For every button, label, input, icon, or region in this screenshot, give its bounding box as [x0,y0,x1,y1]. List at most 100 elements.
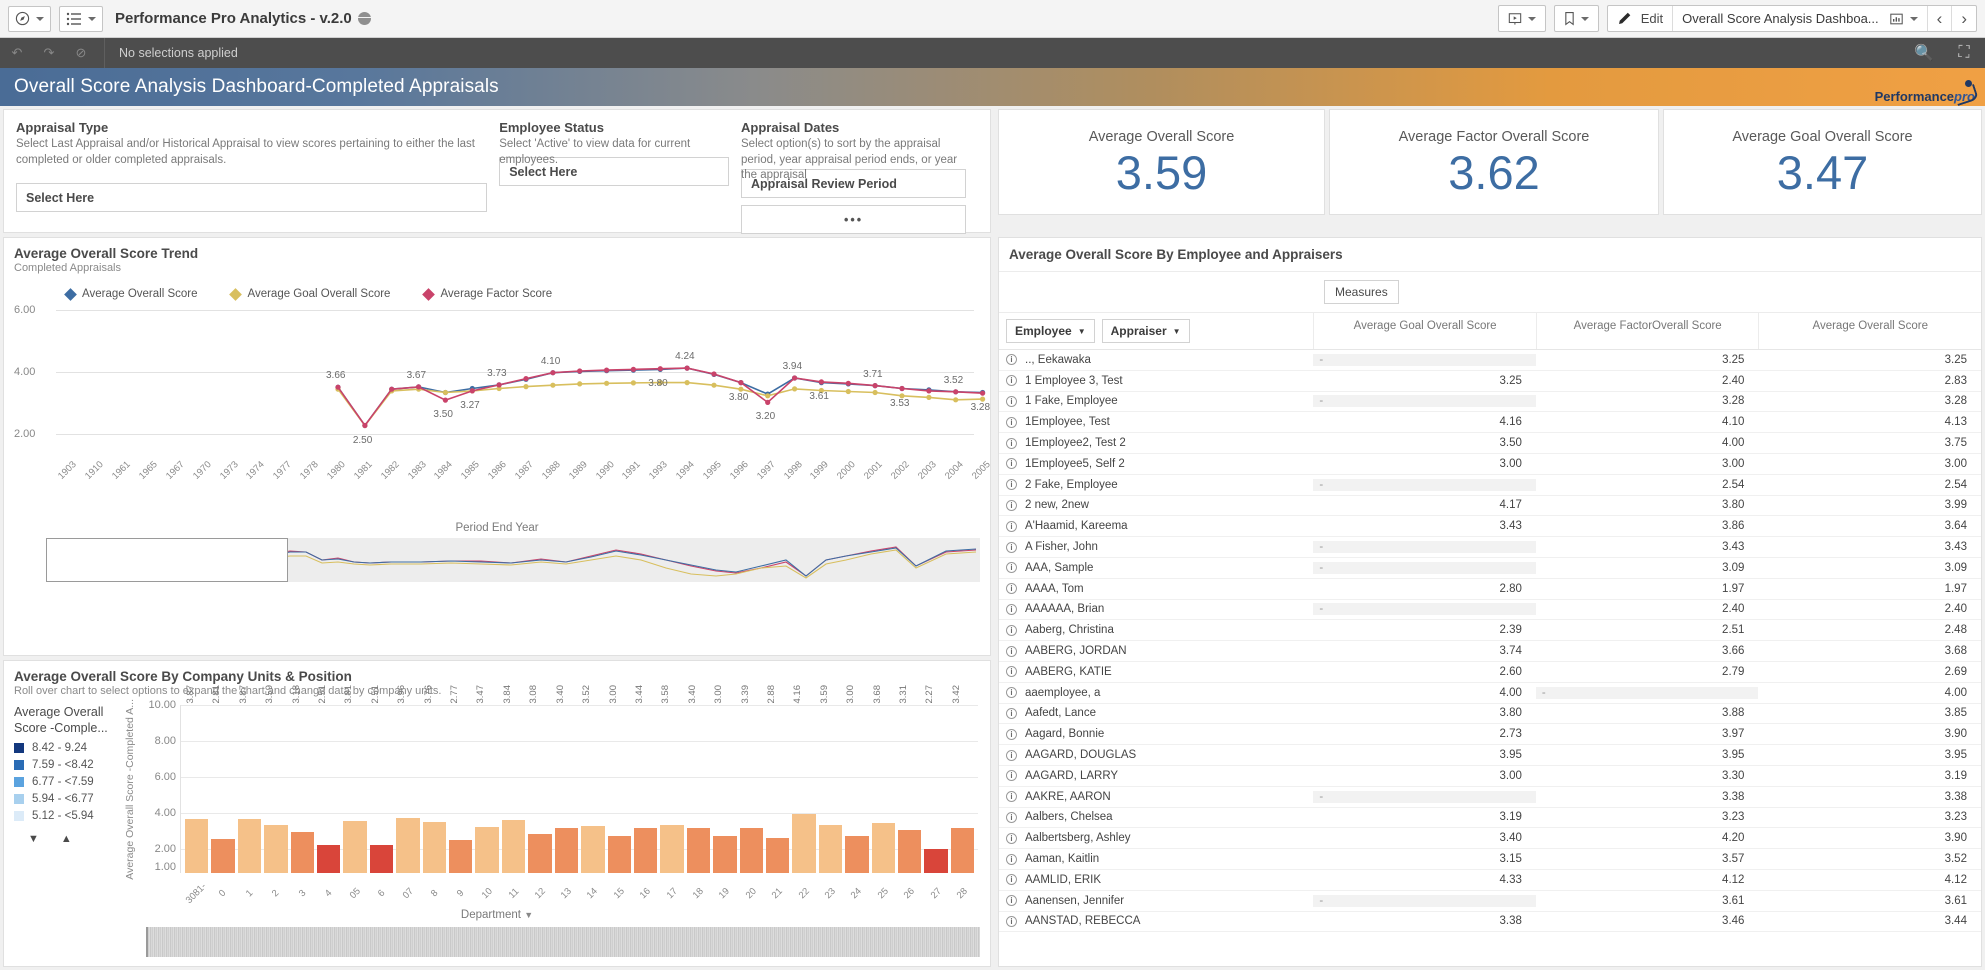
legend-scroll-up-icon[interactable]: ▲ [61,833,72,845]
table-cell-name[interactable]: iA Fisher, John [999,541,1313,553]
table-cell[interactable]: 3.09 [1536,562,1759,574]
table-cell-name[interactable]: i1 Employee 3, Test [999,375,1313,387]
table-cell[interactable]: 2.80 [1313,583,1536,595]
bar-item[interactable]: 3.44 [634,705,657,873]
table-cell[interactable]: - [1313,479,1536,491]
column-header-overall[interactable]: Average Overall Score [1758,313,1981,349]
table-cell-name[interactable]: iAAAAAA, Brian [999,603,1313,615]
bar-item[interactable]: 2.51 [370,705,393,873]
bar-item[interactable]: 3.58 [660,705,683,873]
table-row[interactable]: iaaemployee, a4.00-4.00 [999,683,1981,704]
bar-item[interactable]: 3.87 [185,705,208,873]
bar-item[interactable]: 2.81 [211,705,234,873]
measures-chip[interactable]: Measures [1324,280,1399,304]
table-cell[interactable]: 2.54 [1536,479,1759,491]
table-cell[interactable]: 3.90 [1758,832,1981,844]
info-icon[interactable]: i [1006,791,1017,802]
info-icon[interactable]: i [1006,583,1017,594]
info-icon[interactable]: i [1006,375,1017,386]
table-cell[interactable]: 4.17 [1313,499,1536,511]
table-cell-name[interactable]: iAagard, Bonnie [999,728,1313,740]
table-cell[interactable]: - [1313,791,1536,803]
table-row[interactable]: iAalbertsberg, Ashley3.404.203.90 [999,828,1981,849]
present-button[interactable] [1499,6,1545,31]
dimension-chip-appraiser[interactable]: Appraiser ▼ [1102,319,1190,343]
table-cell[interactable]: 3.44 [1758,915,1981,927]
fullscreen-icon[interactable]: ⛶ [1953,42,1975,64]
table-cell[interactable]: 3.38 [1313,915,1536,927]
employee-table-card[interactable]: Average Overall Score By Employee and Ap… [998,237,1982,967]
table-cell-name[interactable]: iAalbers, Chelsea [999,811,1313,823]
table-cell[interactable]: 1.97 [1758,583,1981,595]
bar-item[interactable]: 3.00 [845,705,868,873]
table-cell-name[interactable]: i1Employee2, Test 2 [999,437,1313,449]
table-cell[interactable]: 3.95 [1536,749,1759,761]
table-cell-name[interactable]: i1 Fake, Employee [999,395,1313,407]
next-sheet-button[interactable]: › [1952,6,1976,31]
table-row[interactable]: iAAAAAA, Brian-2.402.40 [999,600,1981,621]
info-icon[interactable]: i [1006,458,1017,469]
table-cell[interactable]: 3.25 [1758,354,1981,366]
bar-item[interactable]: 4.16 [792,705,815,873]
bar[interactable]: 3.40 [555,828,578,873]
legend-item[interactable]: 8.42 - 9.24 [14,742,124,754]
scrollbar-handle[interactable] [46,538,288,582]
search-icon[interactable]: 🔍 [1913,42,1935,64]
table-cell[interactable]: 4.00 [1536,437,1759,449]
bar-item[interactable]: 2.51 [317,705,340,873]
table-cell[interactable]: 4.20 [1536,832,1759,844]
table-cell[interactable]: 3.38 [1758,791,1981,803]
bar[interactable]: 3.08 [528,834,551,873]
legend-item[interactable]: 7.59 - <8.42 [14,759,124,771]
column-header-factor[interactable]: Average FactorOverall Score [1536,313,1759,349]
table-row[interactable]: i2 new, 2new4.173.803.99 [999,496,1981,517]
legend-item[interactable]: Average Overall Score [66,288,197,300]
table-cell[interactable]: 3.90 [1758,728,1981,740]
table-cell[interactable]: - [1313,354,1536,366]
bar[interactable]: 3.59 [819,825,842,873]
table-row[interactable]: iAAAA, Tom2.801.971.97 [999,579,1981,600]
info-icon[interactable]: i [1006,562,1017,573]
info-icon[interactable]: i [1006,833,1017,844]
table-cell[interactable]: 3.85 [1758,707,1981,719]
bar-item[interactable]: 3.68 [872,705,895,873]
table-row[interactable]: iA Fisher, John-3.433.43 [999,537,1981,558]
bar-item[interactable]: 3.52 [581,705,604,873]
trend-range-scrollbar[interactable] [46,538,980,582]
bar[interactable]: 3.68 [872,823,895,873]
legend-item[interactable]: 5.94 - <6.77 [14,793,124,805]
bar[interactable]: 3.42 [951,828,974,873]
table-row[interactable]: iAAKRE, AARON-3.383.38 [999,787,1981,808]
info-icon[interactable]: i [1006,874,1017,885]
bar[interactable]: 3.96 [396,818,419,873]
bar-chart-card[interactable]: Average Overall Score By Company Units &… [3,660,991,967]
bar-item[interactable]: 2.77 [449,705,472,873]
bar[interactable]: 3.52 [581,826,604,873]
table-cell[interactable]: 4.00 [1313,687,1536,699]
legend-item[interactable]: 6.77 - <7.59 [14,776,124,788]
table-cell[interactable]: 3.95 [1758,749,1981,761]
appraisal-dates-more-button[interactable]: ••• [741,205,966,234]
bar[interactable]: 2.27 [924,849,947,873]
bar-item[interactable]: 3.42 [951,705,974,873]
bar-item[interactable]: 3.76 [423,705,446,873]
table-cell[interactable]: 3.61 [1758,895,1981,907]
table-cell[interactable]: 2.79 [1536,666,1759,678]
sheet-list-button[interactable] [59,6,103,32]
trend-chart-card[interactable]: Average Overall Score Trend Completed Ap… [3,237,991,656]
table-cell[interactable]: 3.40 [1313,832,1536,844]
legend-scroll-down-icon[interactable]: ▼ [28,833,39,845]
info-icon[interactable]: i [1006,729,1017,740]
table-cell[interactable]: 3.46 [1536,915,1759,927]
table-row[interactable]: i1Employee2, Test 23.504.003.75 [999,433,1981,454]
table-cell[interactable]: 3.61 [1536,895,1759,907]
table-cell[interactable]: - [1313,541,1536,553]
table-cell[interactable]: - [1536,687,1759,699]
table-row[interactable]: iAABERG, JORDAN3.743.663.68 [999,641,1981,662]
table-cell[interactable]: 3.95 [1313,749,1536,761]
bar[interactable]: 3.44 [634,828,657,874]
column-header-goal[interactable]: Average Goal Overall Score [1313,313,1536,349]
table-cell[interactable]: - [1313,603,1536,615]
table-cell[interactable]: 2.54 [1758,479,1981,491]
bar-item[interactable]: 3.08 [528,705,551,873]
